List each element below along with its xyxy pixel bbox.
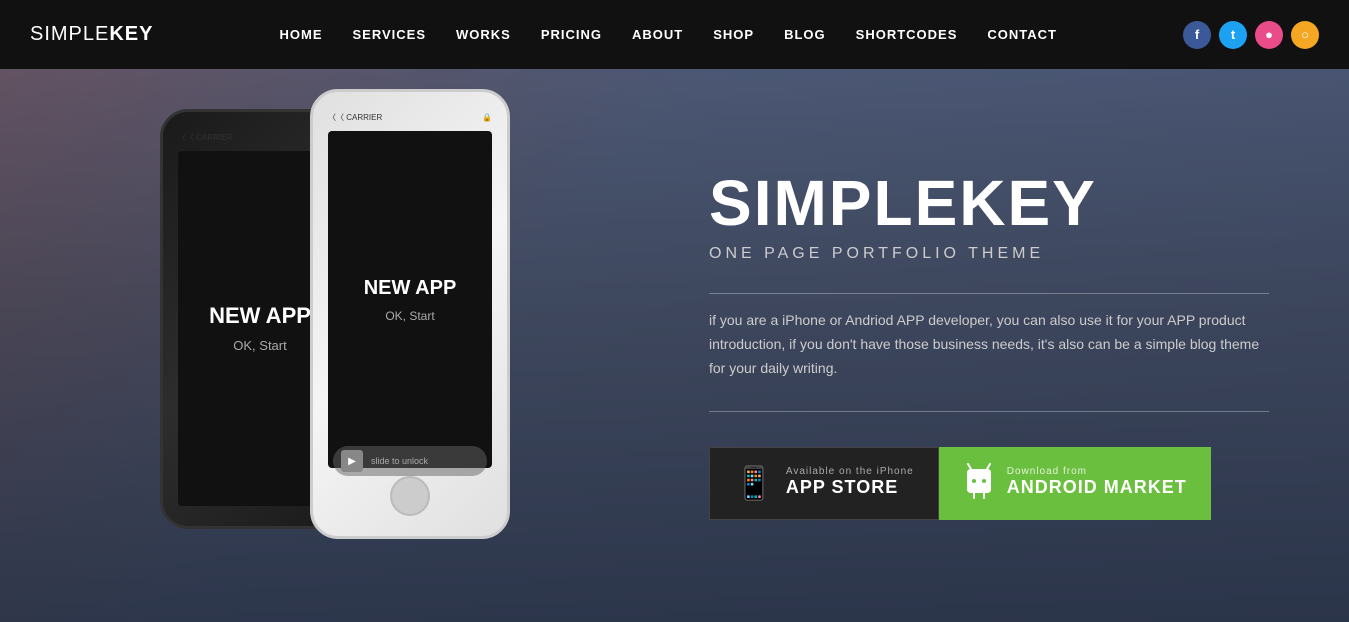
header: SIMPLEKEY HOME SERVICES WORKS PRICING AB… xyxy=(0,0,1349,69)
nav-about[interactable]: ABOUT xyxy=(632,27,683,42)
hero-title: SIMPLEKEY xyxy=(709,171,1269,235)
appstore-large-text: APP STORE xyxy=(786,477,914,499)
android-small-text: Download from xyxy=(1007,467,1187,477)
nav-contact[interactable]: CONTACT xyxy=(987,27,1057,42)
nav-shortcodes[interactable]: SHORTCODES xyxy=(856,27,958,42)
facebook-icon[interactable]: f xyxy=(1183,21,1211,49)
appstore-text: Available on the iPhone APP STORE xyxy=(786,467,914,499)
hero-description: if you are a iPhone or Andriod APP devel… xyxy=(709,309,1269,380)
logo-key: KEY xyxy=(109,23,153,45)
slide-bar: ▶ slide to unlock xyxy=(333,446,487,476)
slide-text: slide to unlock xyxy=(371,456,428,466)
phones-area: 〈〈 CARRIER 🔒 NEW APP OK, Start 〈〈 CARRIE… xyxy=(100,69,650,622)
hero-subtitle: ONE PAGE PORTFOLIO THEME xyxy=(709,245,1269,263)
appstore-button[interactable]: 📱 Available on the iPhone APP STORE xyxy=(709,447,939,520)
appstore-small-text: Available on the iPhone xyxy=(786,467,914,477)
main-nav: HOME SERVICES WORKS PRICING ABOUT SHOP B… xyxy=(280,27,1057,42)
content-area: SIMPLEKEY ONE PAGE PORTFOLIO THEME if yo… xyxy=(709,69,1269,622)
nav-pricing[interactable]: PRICING xyxy=(541,27,602,42)
white-lock-icon: 🔒 xyxy=(482,113,492,122)
phone-white-top-bar: 〈〈 CARRIER 🔒 xyxy=(328,112,492,123)
phone-white: 〈〈 CARRIER 🔒 NEW APP OK, Start ▶ slide t… xyxy=(310,89,510,539)
carrier-label: 〈〈 CARRIER xyxy=(178,132,232,143)
nav-works[interactable]: WORKS xyxy=(456,27,511,42)
phone-white-title: NEW APP xyxy=(364,277,457,299)
dribbble-icon[interactable]: ● xyxy=(1255,21,1283,49)
phone-white-subtitle: OK, Start xyxy=(385,309,434,323)
hero-section: 〈〈 CARRIER 🔒 NEW APP OK, Start 〈〈 CARRIE… xyxy=(0,0,1349,622)
phone-black-subtitle: OK, Start xyxy=(233,338,286,353)
nav-shop[interactable]: SHOP xyxy=(713,27,754,42)
divider-bottom xyxy=(709,411,1269,412)
social-icons: f t ● ○ xyxy=(1183,21,1319,49)
home-button[interactable] xyxy=(390,476,430,516)
nav-blog[interactable]: BLOG xyxy=(784,27,826,42)
logo-simple: SIMPLE xyxy=(30,23,109,45)
android-button[interactable]: Download from ANDROID MARKET xyxy=(939,447,1211,520)
nav-services[interactable]: SERVICES xyxy=(353,27,427,42)
android-icon xyxy=(963,461,995,506)
phone-white-screen: NEW APP OK, Start ▶ slide to unlock xyxy=(328,131,492,468)
rss-icon[interactable]: ○ xyxy=(1291,21,1319,49)
iphone-icon: 📱 xyxy=(734,464,774,502)
cta-buttons: 📱 Available on the iPhone APP STORE xyxy=(709,447,1269,520)
android-text: Download from ANDROID MARKET xyxy=(1007,467,1187,499)
nav-home[interactable]: HOME xyxy=(280,27,323,42)
phone-black-title: NEW APP xyxy=(209,304,311,328)
twitter-icon[interactable]: t xyxy=(1219,21,1247,49)
white-carrier-label: 〈〈 CARRIER xyxy=(328,112,382,123)
android-large-text: ANDROID MARKET xyxy=(1007,477,1187,499)
slide-arrow-icon: ▶ xyxy=(341,450,363,472)
divider-top xyxy=(709,293,1269,294)
logo[interactable]: SIMPLEKEY xyxy=(30,23,153,46)
